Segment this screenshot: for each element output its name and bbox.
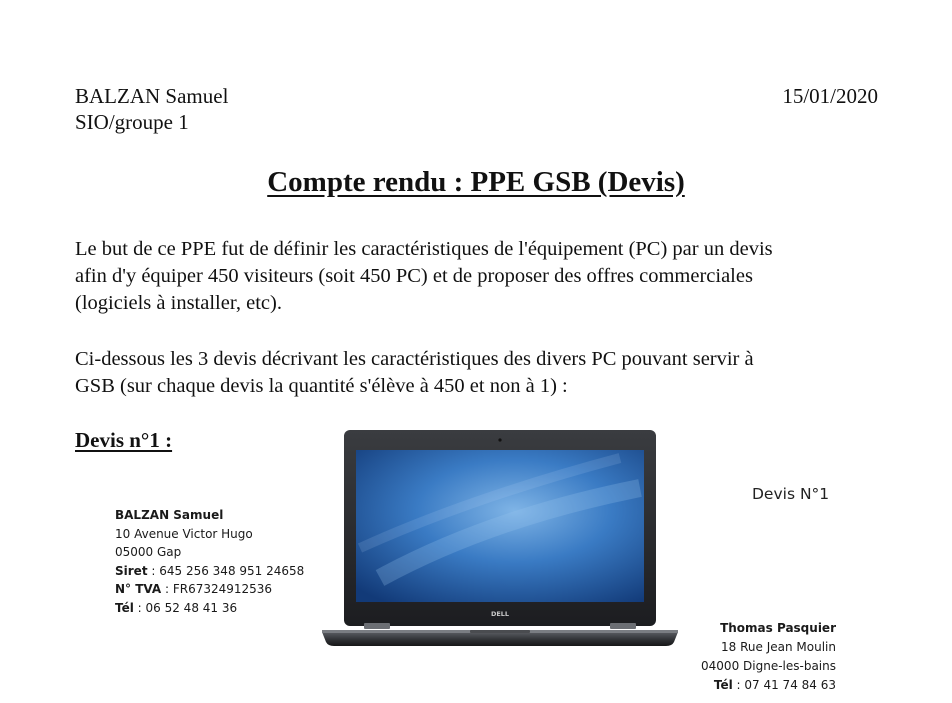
intro-line: Le but de ce PPE fut de définir les cara… <box>75 238 773 260</box>
sender-address-block: BALZAN Samuel 10 Avenue Victor Hugo 0500… <box>115 506 304 617</box>
devis-heading: Devis n°1 : <box>75 428 173 452</box>
laptop-image: DELL <box>322 430 678 646</box>
sender-name: BALZAN Samuel <box>115 508 224 522</box>
document-date: 15/01/2020 <box>782 84 878 108</box>
author-name: BALZAN Samuel <box>75 84 229 108</box>
page-title: Compte rendu : PPE GSB (Devis) <box>267 166 685 198</box>
description-paragraph: Ci-dessous les 3 devis décrivant les car… <box>75 346 875 400</box>
laptop-base <box>322 632 678 646</box>
recipient-name: Thomas Pasquier <box>720 621 836 635</box>
recipient-tel-label: Tél <box>713 678 733 692</box>
author-group: SIO/groupe 1 <box>75 110 189 134</box>
sender-street: 10 Avenue Victor Hugo <box>115 526 253 541</box>
recipient-phone: Tél : 07 41 74 84 63 <box>701 676 836 695</box>
sender-city: 05000 Gap <box>115 545 182 559</box>
description-line: Ci-dessous les 3 devis décrivant les car… <box>75 348 754 370</box>
recipient-city: 04000 Digne-les-bains <box>701 659 836 673</box>
recipient-tel-value: : 07 41 74 84 63 <box>732 678 836 692</box>
sender-siret: Siret : 645 256 348 951 24658 <box>115 562 304 581</box>
recipient-street: 18 Rue Jean Moulin <box>721 640 836 654</box>
tva-label: N° TVA <box>115 582 162 596</box>
recipient-address-block: Thomas Pasquier 18 Rue Jean Moulin 04000… <box>701 619 836 695</box>
siret-value: : 645 256 348 951 24658 <box>147 563 305 578</box>
sender-phone: Tél : 06 52 48 41 36 <box>115 599 304 618</box>
laptop-brand-logo: DELL <box>491 610 509 618</box>
siret-label: Siret <box>115 563 148 578</box>
intro-line: afin d'y équiper 450 visiteurs (soit 450… <box>75 265 753 287</box>
sender-tel-value: : 06 52 48 41 36 <box>133 600 238 615</box>
tva-value: : FR67324912536 <box>161 582 273 596</box>
header-author-block: BALZAN Samuel SIO/groupe 1 <box>75 83 228 135</box>
intro-paragraph: Le but de ce PPE fut de définir les cara… <box>75 236 875 317</box>
description-line: GSB (sur chaque devis la quantité s'élèv… <box>75 375 568 397</box>
devis-number-label: Devis N°1 <box>752 485 830 503</box>
sender-tel-label: Tél <box>115 600 134 615</box>
sender-tva: N° TVA : FR67324912536 <box>115 580 304 599</box>
intro-line: (logiciels à installer, etc). <box>75 292 282 314</box>
